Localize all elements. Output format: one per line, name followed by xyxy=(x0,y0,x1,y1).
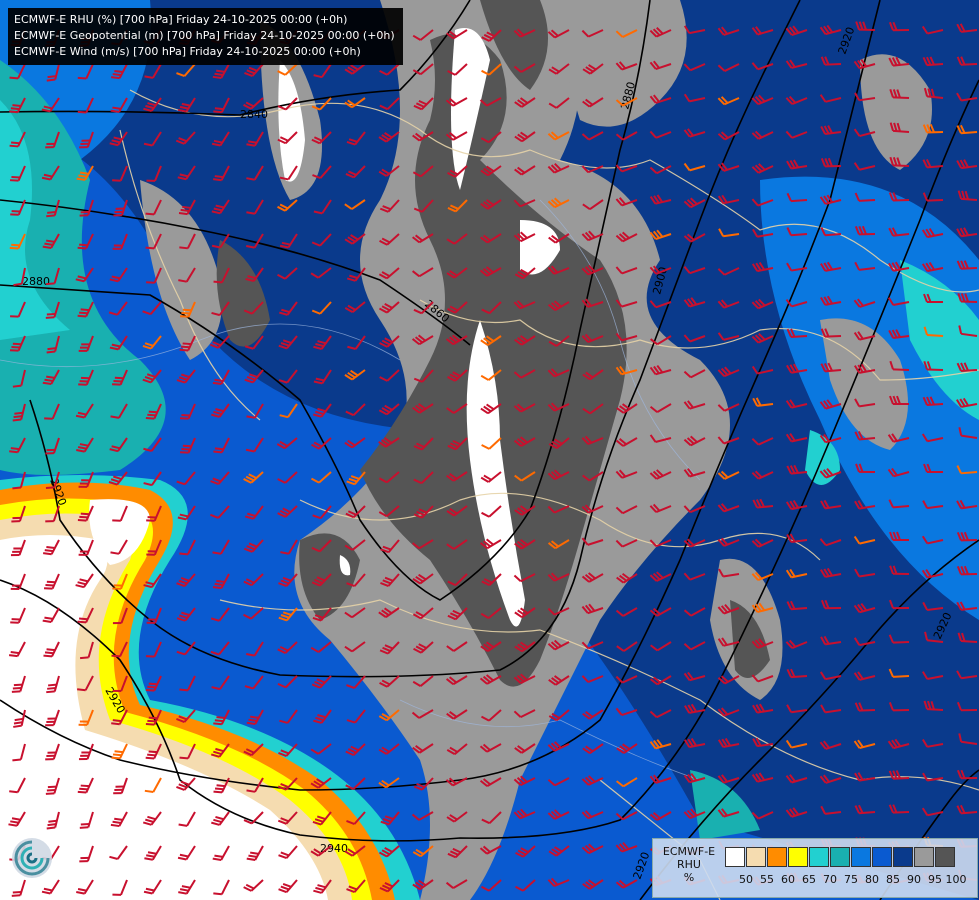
rhu-field: 2840 2860 2880 2880 2900 2920 2920 2920 … xyxy=(0,0,979,900)
legend-tick: 55 xyxy=(760,873,774,886)
legend-swatch xyxy=(746,847,766,867)
contour-label: 2840 xyxy=(240,108,268,121)
contour-label: 2880 xyxy=(22,275,50,288)
title-rhu: ECMWF-E RHU (%) [700 hPa] Friday 24-10-2… xyxy=(14,13,348,26)
legend-tick: 100 xyxy=(945,873,967,886)
rhu-legend: ECMWF-E RHU % 50 55 60 65 70 75 80 85 90 95 100 xyxy=(652,838,978,898)
legend-swatch xyxy=(767,847,787,867)
legend-swatch xyxy=(830,847,850,867)
legend-swatch xyxy=(788,847,808,867)
legend-swatch xyxy=(893,847,913,867)
legend-tick: 75 xyxy=(844,873,858,886)
legend-swatch xyxy=(914,847,934,867)
weather-map[interactable]: 2840 2860 2880 2880 2900 2920 2920 2920 … xyxy=(0,0,979,900)
legend-tick: 85 xyxy=(886,873,900,886)
legend-tick: 50 xyxy=(739,873,753,886)
legend-tick: 70 xyxy=(823,873,837,886)
legend-model: ECMWF-E xyxy=(662,845,716,858)
legend-tick: 60 xyxy=(781,873,795,886)
ecmwf-logo-icon xyxy=(10,836,54,880)
legend-swatch xyxy=(851,847,871,867)
legend-tick: 65 xyxy=(802,873,816,886)
map-title-box: ECMWF-E RHU (%) [700 hPa] Friday 24-10-2… xyxy=(8,8,403,65)
legend-swatch xyxy=(809,847,829,867)
legend-swatches xyxy=(725,847,956,867)
contour-label: 2940 xyxy=(320,842,348,855)
legend-tick: 90 xyxy=(907,873,921,886)
legend-variable: RHU xyxy=(677,858,701,871)
title-geopotential: ECMWF-E Geopotential (m) [700 hPa] Frida… xyxy=(14,29,395,42)
legend-swatch xyxy=(935,847,955,867)
title-wind: ECMWF-E Wind (m/s) [700 hPa] Friday 24-1… xyxy=(14,45,361,58)
legend-swatch xyxy=(872,847,892,867)
legend-swatch xyxy=(725,847,745,867)
legend-ticks: 50 55 60 65 70 75 80 85 90 95 100 xyxy=(725,873,977,889)
legend-tick: 95 xyxy=(928,873,942,886)
legend-unit: % xyxy=(683,871,695,884)
legend-tick: 80 xyxy=(865,873,879,886)
